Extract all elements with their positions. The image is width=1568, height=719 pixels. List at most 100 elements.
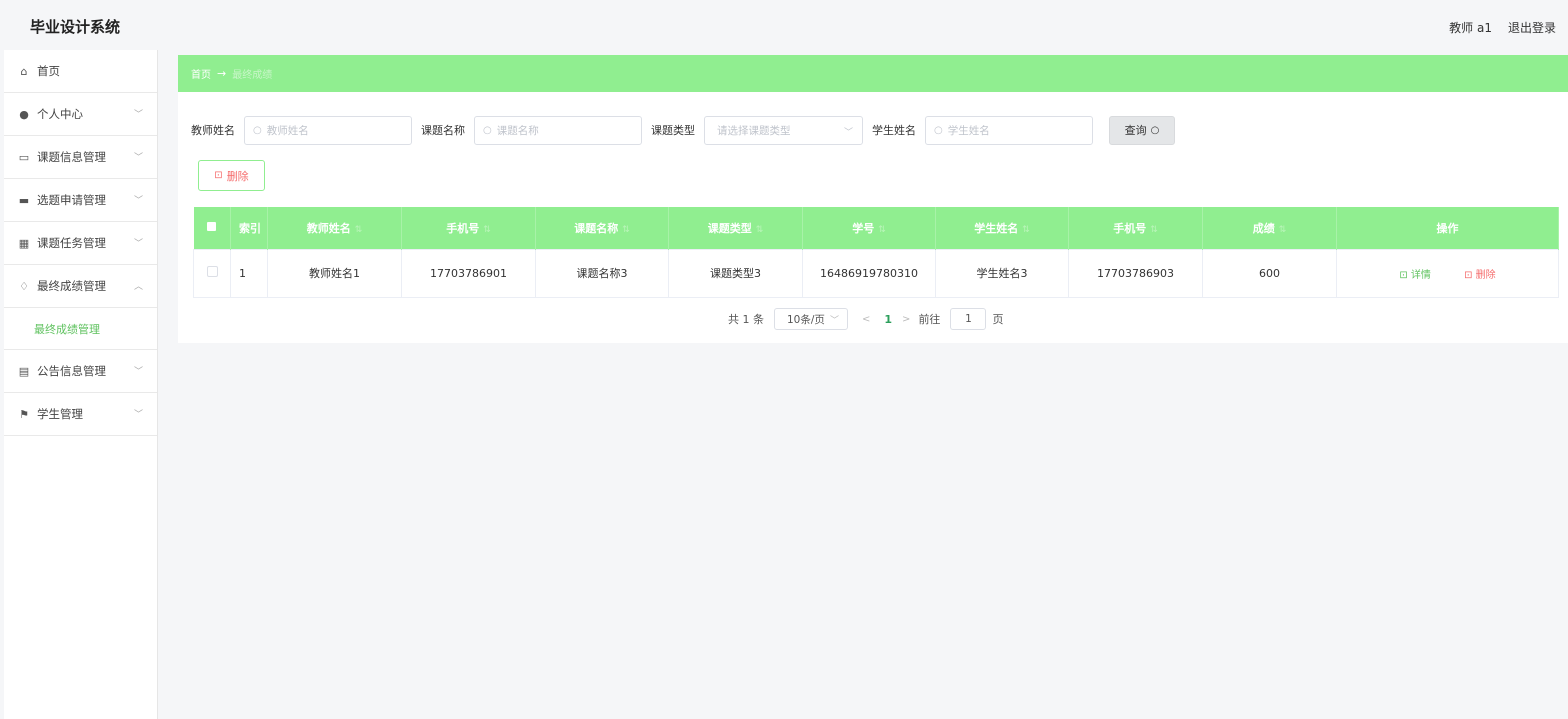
cell-topic-name: 课题名称3 xyxy=(535,248,669,298)
sidebar-item-topic-info[interactable]: ▭ 课题信息管理 ﹀ xyxy=(4,136,157,179)
sidebar-item-topic-application[interactable]: ▬ 选题申请管理 ﹀ xyxy=(4,179,157,222)
goto-page-value: 1 xyxy=(965,313,972,325)
column-header-teacher-name[interactable]: 教师姓名 ⇅ xyxy=(267,207,402,249)
cell-score: 600 xyxy=(1202,248,1337,298)
sidebar-item-topic-task[interactable]: ▦ 课题任务管理 ﹀ xyxy=(4,222,157,265)
logout-link[interactable]: 退出登录 xyxy=(1508,19,1556,36)
teacher-name-input[interactable]: ○ 教师姓名 xyxy=(244,115,412,145)
cell-topic-type: 课题类型3 xyxy=(668,248,803,298)
goto-label: 前往 xyxy=(918,313,941,326)
trash-icon: ⊡ xyxy=(1464,269,1473,281)
table-row: 1 教师姓名1 17703786901 课题名称3 课题类型3 16486919… xyxy=(193,248,1559,298)
column-header-label: 学生姓名 xyxy=(974,221,1019,235)
page-size-select[interactable]: 10条/页 ﹀ xyxy=(774,308,848,330)
column-header-topic-name[interactable]: 课题名称 ⇅ xyxy=(535,207,669,249)
sort-icon: ⇅ xyxy=(1022,224,1030,235)
chevron-down-icon: ﹀ xyxy=(133,410,143,420)
student-name-placeholder: 学生姓名 xyxy=(947,124,990,137)
score-table: 索引 教师姓名 ⇅ 手机号 ⇅ 课题名称 ⇅ 课题类型 ⇅ 学号 ⇅ 学生姓名 ⇅ 手机号 ⇅… xyxy=(193,207,1559,298)
chevron-down-icon: ﹀ xyxy=(829,316,839,326)
search-icon: ○ xyxy=(253,124,262,136)
student-name-input[interactable]: ○ 学生姓名 xyxy=(925,115,1093,145)
column-header-actions: 操作 xyxy=(1336,207,1559,249)
current-user: 教师 a1 xyxy=(1449,21,1492,35)
column-header-label: 教师姓名 xyxy=(306,221,351,235)
chevron-up-icon: ︿ xyxy=(133,282,143,292)
cell-teacher-name: 教师姓名1 xyxy=(267,248,402,298)
column-header-index: 索引 xyxy=(230,207,268,249)
sidebar-menu: ⌂ 首页 ● 个人中心 ﹀ ▭ 课题信息管理 ﹀ ▬ 选题申请管理 ﹀ ▦ 课题… xyxy=(4,50,158,719)
topic-type-placeholder: 请选择课题类型 xyxy=(717,124,791,137)
sort-icon: ⇅ xyxy=(622,224,630,235)
search-form: 教师姓名 ○ 教师姓名 课题名称 ○ 课题名称 课题类型 请选择课题类型 ﹀ 学… xyxy=(191,115,1175,145)
sidebar-item-final-score[interactable]: ♢ 最终成绩管理 ︿ xyxy=(4,265,157,308)
sort-icon: ⇅ xyxy=(354,224,363,235)
sidebar-item-label: 首页 xyxy=(37,64,60,78)
row-delete-button[interactable]: ⊡ 删除 xyxy=(1464,270,1496,281)
goto-page-input[interactable]: 1 xyxy=(950,308,987,330)
topic-name-input[interactable]: ○ 课题名称 xyxy=(474,115,642,145)
column-header-teacher-phone[interactable]: 手机号 ⇅ xyxy=(401,207,536,249)
page-size-value: 10条/页 xyxy=(787,313,825,326)
breadcrumb-home[interactable]: 首页 xyxy=(191,66,211,81)
sidebar-item-label: 选题申请管理 xyxy=(37,193,106,207)
search-icon: ○ xyxy=(1150,124,1160,136)
chevron-down-icon: ﹀ xyxy=(133,153,143,163)
top-header: 毕业设计系统 教师 a1 退出登录 xyxy=(0,0,1568,52)
bell-icon: ♢ xyxy=(19,279,29,293)
sidebar-item-student[interactable]: ⚑ 学生管理 ﹀ xyxy=(4,393,157,436)
sidebar-item-label: 最终成绩管理 xyxy=(37,279,106,293)
row-checkbox[interactable] xyxy=(193,248,231,298)
header-actions: 教师 a1 退出登录 xyxy=(1449,19,1556,36)
column-header-label: 学号 xyxy=(852,221,875,235)
monitor-icon: ▬ xyxy=(18,193,30,207)
page-number-current[interactable]: 1 xyxy=(884,313,892,326)
cell-teacher-phone: 17703786901 xyxy=(401,248,536,298)
topic-type-select[interactable]: 请选择课题类型 ﹀ xyxy=(704,115,863,145)
column-header-score[interactable]: 成绩 ⇅ xyxy=(1202,207,1337,249)
trash-icon: ⊡ xyxy=(214,170,223,181)
checkbox-icon xyxy=(207,222,217,232)
main-content: 首页 → 最终成绩 教师姓名 ○ 教师姓名 课题名称 ○ 课题名称 课题类型 请… xyxy=(178,55,1568,343)
student-name-label: 学生姓名 xyxy=(872,124,916,137)
detail-button[interactable]: ⊡ 详情 xyxy=(1399,270,1434,281)
column-header-student-phone[interactable]: 手机号 ⇅ xyxy=(1068,207,1203,249)
chevron-down-icon: ﹀ xyxy=(843,127,853,138)
batch-delete-label: 删除 xyxy=(226,169,249,183)
column-header-student-id[interactable]: 学号 ⇅ xyxy=(802,207,936,249)
sidebar-item-personal-center[interactable]: ● 个人中心 ﹀ xyxy=(4,93,157,136)
app-title: 毕业设计系统 xyxy=(30,18,121,36)
prev-page-button[interactable]: < xyxy=(862,314,870,325)
column-header-label: 课题类型 xyxy=(707,221,752,235)
grid-icon: ▦ xyxy=(18,236,30,250)
query-button-label: 查询 xyxy=(1124,124,1147,137)
page-suffix: 页 xyxy=(992,313,1004,326)
chevron-down-icon: ﹀ xyxy=(133,367,143,377)
sidebar-item-home[interactable]: ⌂ 首页 xyxy=(4,50,157,93)
cell-student-phone: 17703786903 xyxy=(1068,248,1203,298)
column-header-label: 成绩 xyxy=(1252,221,1275,235)
table-header-row: 索引 教师姓名 ⇅ 手机号 ⇅ 课题名称 ⇅ 课题类型 ⇅ 学号 ⇅ 学生姓名 ⇅ 手机号 ⇅… xyxy=(193,207,1559,249)
sort-icon: ⇅ xyxy=(878,224,886,235)
select-all-checkbox[interactable] xyxy=(193,207,231,249)
chevron-down-icon: ﹀ xyxy=(133,196,143,206)
flag-icon: ⚑ xyxy=(19,407,29,421)
topic-type-label: 课题类型 xyxy=(651,124,695,137)
query-button[interactable]: 查询 ○ xyxy=(1109,115,1175,145)
search-icon: ○ xyxy=(483,124,492,136)
sort-icon: ⇅ xyxy=(1150,224,1158,235)
breadcrumb-current: 最终成绩 xyxy=(232,70,273,81)
sort-icon: ⇅ xyxy=(755,224,764,235)
sidebar-item-label: 公告信息管理 xyxy=(37,364,106,378)
search-icon: ○ xyxy=(934,124,943,136)
cell-actions: ⊡ 详情 ⊡ 删除 xyxy=(1336,248,1559,298)
sidebar-subitem-final-score[interactable]: 最终成绩管理 xyxy=(4,308,157,350)
column-header-student-name[interactable]: 学生姓名 ⇅ xyxy=(935,207,1069,249)
batch-delete-button[interactable]: ⊡ 删除 xyxy=(198,160,265,191)
detail-label: 详情 xyxy=(1410,269,1431,281)
chevron-down-icon: ﹀ xyxy=(133,239,143,249)
sidebar-item-announcement[interactable]: ▤ 公告信息管理 ﹀ xyxy=(4,350,157,393)
document-icon: ▭ xyxy=(18,150,30,164)
next-page-button[interactable]: > xyxy=(902,314,910,325)
column-header-topic-type[interactable]: 课题类型 ⇅ xyxy=(668,207,803,249)
